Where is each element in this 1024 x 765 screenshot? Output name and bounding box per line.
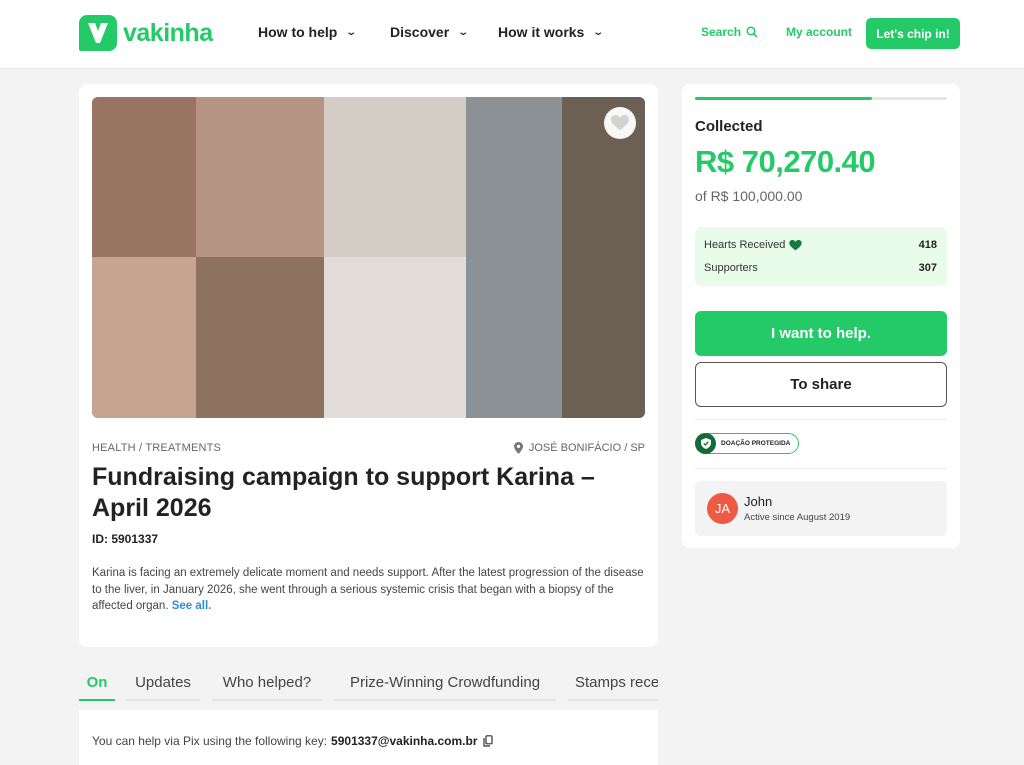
pix-info: You can help via Pix using the following… — [92, 734, 493, 748]
organizer-card[interactable]: JA John Active since August 2019 — [695, 481, 947, 536]
progress-bar — [695, 97, 947, 100]
logo-icon — [79, 15, 117, 51]
campaign-tabs: On Updates Who helped? Prize-Winning Cro… — [79, 664, 658, 704]
location-pin-icon — [513, 442, 523, 454]
pix-key[interactable]: 5901337@vakinha.com.br — [331, 734, 477, 748]
tab-stamps-received[interactable]: Stamps received — [568, 664, 658, 701]
hearts-value: 418 — [918, 239, 937, 251]
campaign-id: ID: 5901337 — [92, 532, 159, 546]
logo-text: vakinha — [123, 18, 213, 47]
supporters-label: Supporters — [704, 262, 758, 274]
tab-updates[interactable]: Updates — [126, 664, 200, 701]
search-icon — [746, 26, 758, 38]
nav-how-it-works-label: How it works — [498, 24, 585, 40]
supporters-value: 307 — [918, 262, 937, 274]
avatar: JA — [707, 493, 738, 524]
campaign-location: JOSÉ BONIFÁCIO / SP — [513, 442, 645, 454]
pix-text: You can help via Pix using the following… — [92, 734, 328, 748]
stats-box: Hearts Received 418 Supporters 307 — [695, 227, 947, 286]
progress-fill — [695, 97, 873, 100]
chevron-down-icon: ⌄ — [457, 26, 470, 38]
copy-icon[interactable] — [482, 735, 493, 747]
nav-how-to-help-label: How to help — [258, 24, 338, 40]
hearts-label: Hearts Received — [704, 239, 786, 251]
goal-amount: of R$ 100,000.00 — [695, 188, 803, 204]
search-link[interactable]: Search — [701, 25, 758, 39]
favorite-button[interactable] — [604, 107, 636, 139]
campaign-description: Karina is facing an extremely delicate m… — [92, 565, 644, 615]
tab-label: On — [86, 674, 108, 691]
photo-tile — [466, 97, 562, 418]
tab-on[interactable]: On — [79, 664, 115, 701]
tab-who-helped[interactable]: Who helped? — [212, 664, 322, 701]
photo-tile — [562, 97, 645, 418]
location-label: JOSÉ BONIFÁCIO / SP — [528, 442, 645, 454]
nav-discover[interactable]: Discover ⌄ — [390, 24, 470, 40]
hearts-label-wrap: Hearts Received — [704, 239, 803, 251]
my-account-link[interactable]: My account — [786, 25, 852, 39]
photo-tile — [324, 97, 466, 257]
campaign-photo-collage[interactable] — [92, 97, 645, 418]
heart-icon — [789, 239, 803, 250]
see-all-link[interactable]: See all. — [172, 600, 212, 612]
tab-prize-winning-crowdfunding[interactable]: Prize-Winning Crowdfunding — [334, 664, 556, 701]
chevron-down-icon: ⌄ — [345, 26, 358, 38]
search-label: Search — [701, 25, 742, 39]
photo-tile — [324, 257, 466, 418]
organizer-since: Active since August 2019 — [744, 512, 851, 523]
photo-tile — [196, 257, 324, 418]
heart-icon — [611, 115, 629, 130]
campaign-category[interactable]: HEALTH / TREATMENTS — [92, 442, 221, 454]
campaign-title: Fundraising campaign to support Karina –… — [92, 463, 595, 522]
campaign-card: HEALTH / TREATMENTS JOSÉ BONIFÁCIO / SP … — [79, 84, 658, 647]
photo-tile — [92, 97, 196, 257]
organizer-name: John — [744, 494, 773, 509]
collected-amount: R$ 70,270.40 — [695, 144, 876, 179]
chip-in-button[interactable]: Let's chip in! — [866, 18, 960, 49]
nav-discover-label: Discover — [390, 24, 450, 40]
chevron-down-icon: ⌄ — [592, 26, 605, 38]
collected-label: Collected — [695, 118, 763, 135]
protected-donation-badge: DOAÇÃO PROTEGIDA — [695, 433, 800, 454]
tab-label: Who helped? — [222, 674, 312, 691]
share-button[interactable]: To share — [695, 362, 947, 407]
divider — [695, 468, 947, 469]
help-button[interactable]: I want to help. — [695, 311, 947, 356]
nav-how-it-works[interactable]: How it works ⌄ — [498, 24, 605, 40]
site-header: vakinha How to help ⌄ Discover ⌄ How it … — [0, 0, 1024, 69]
shield-icon — [695, 433, 716, 454]
supporters-row: Supporters 307 — [704, 262, 937, 274]
protected-badge-label: DOAÇÃO PROTEGIDA — [721, 440, 791, 447]
donation-card: Collected R$ 70,270.40 of R$ 100,000.00 … — [682, 84, 960, 548]
pix-section: You can help via Pix using the following… — [79, 710, 658, 765]
photo-tile — [196, 97, 324, 257]
divider — [695, 419, 947, 420]
tab-label: Prize-Winning Crowdfunding — [349, 674, 541, 691]
logo[interactable]: vakinha — [79, 15, 213, 51]
photo-tile — [92, 257, 196, 418]
nav-how-to-help[interactable]: How to help ⌄ — [258, 24, 358, 40]
tab-label: Stamps received — [575, 674, 658, 691]
hearts-row: Hearts Received 418 — [704, 239, 937, 251]
tab-label: Updates — [135, 674, 191, 691]
